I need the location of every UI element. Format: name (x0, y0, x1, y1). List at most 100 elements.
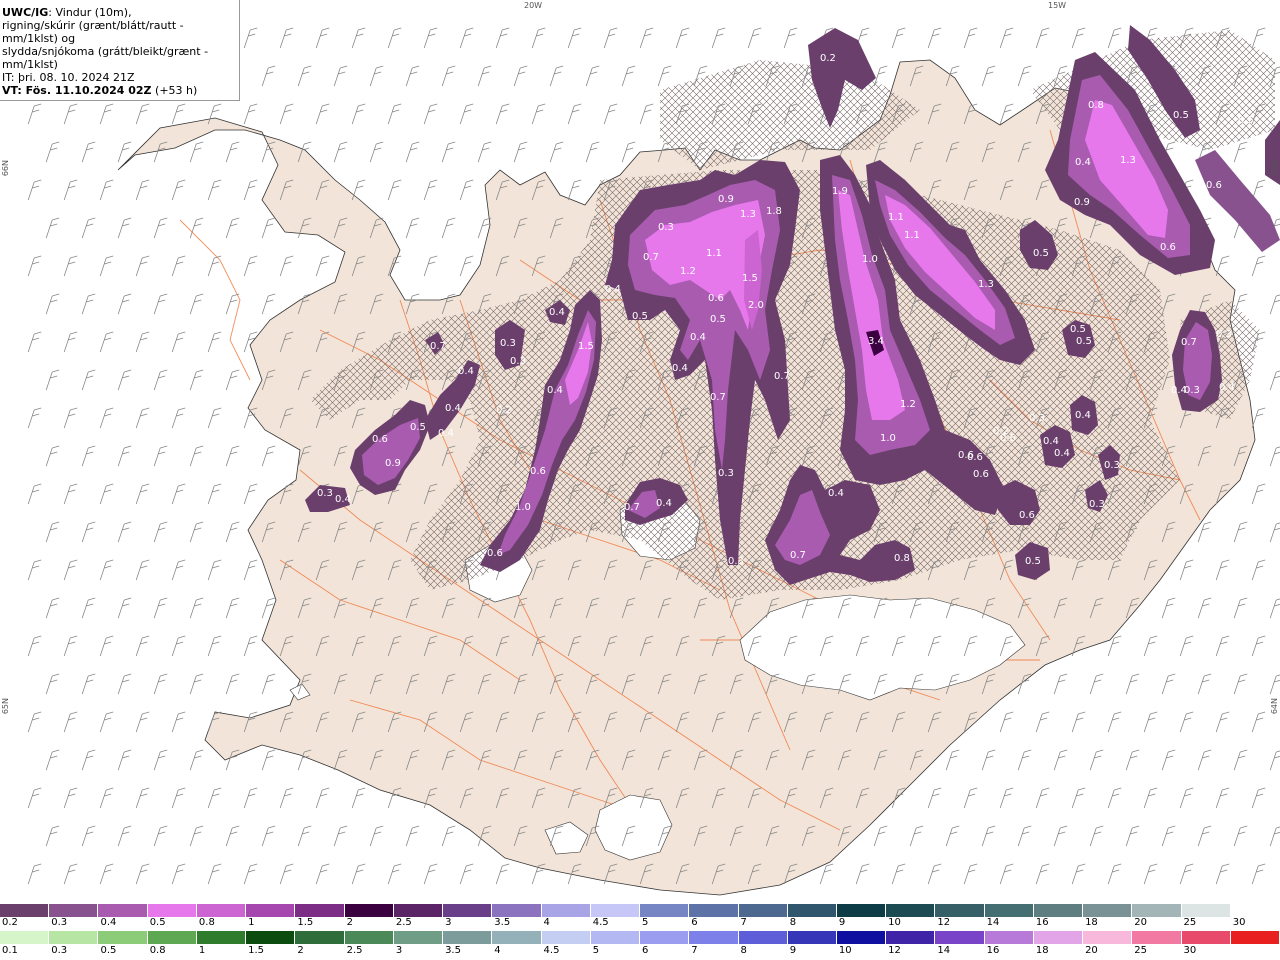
snow_legend-swatch (246, 904, 296, 917)
precip-value: 0.2 (820, 53, 836, 64)
rain_legend-swatch (836, 931, 887, 944)
snow_legend-label: 30 (1232, 917, 1246, 928)
precip-value: 1.0 (515, 502, 531, 513)
precip-value: 0.6 (530, 466, 546, 477)
snow_legend-swatch (98, 904, 148, 917)
rain_legend-swatch (1033, 931, 1084, 944)
snow-legend-labels: 0.2 0.3 0.4 0.5 0.8 1 1.5 2 2.5 3 3.5 4 4.5 5 6 7 8 9 10 12… (0, 917, 1280, 931)
rain_legend-swatch (492, 931, 542, 944)
rain_legend-label: 1 (198, 945, 206, 956)
lat-label-right-1: 66N (1270, 160, 1279, 177)
rain_legend-label: 9 (789, 945, 797, 956)
precip-value: 1.8 (766, 206, 782, 217)
rain_legend-swatch (344, 931, 394, 944)
rain_legend-swatch (640, 931, 690, 944)
precip-value: 0.4 (605, 284, 621, 295)
snow_legend-label: 1 (248, 917, 255, 928)
snow_legend-swatch (344, 904, 394, 917)
rain_legend-label: 20 (1085, 945, 1098, 956)
rain_legend-label: 4 (494, 945, 501, 956)
rain_legend-swatch (295, 931, 345, 944)
snow_legend-swatch (49, 904, 99, 917)
rain_legend-label: 0.1 (2, 945, 18, 956)
description-line1: : Vindur (10m), (48, 6, 132, 19)
precip-value: 0.5 (1076, 336, 1092, 347)
precip-value: 0.5 (1033, 248, 1049, 259)
snow_legend-label: 16 (1035, 917, 1049, 928)
lat-label-right-2: 64N (1270, 698, 1279, 715)
precip-value: 0.4 (1043, 436, 1059, 447)
rain_legend-label: 3.5 (445, 945, 461, 956)
rain_legend-swatch (1181, 931, 1231, 944)
precip-value: 0.4 (672, 363, 688, 374)
rain_legend-swatch (147, 931, 197, 944)
rain_legend-swatch (984, 931, 1034, 944)
rain_legend-label: 14 (937, 945, 951, 956)
lat-label-left-1: 66N (1, 160, 10, 177)
snow_legend-swatch (1181, 904, 1231, 917)
precip-value: 0.3 (500, 338, 516, 349)
rain_legend-swatch (0, 931, 50, 944)
precip-value: 0.6 (1160, 242, 1176, 253)
precip-value: 1.3 (978, 279, 994, 290)
rain_legend-label: 5 (592, 945, 600, 956)
precip-value: 0.8 (894, 553, 910, 564)
rain_legend-label: 12 (888, 945, 901, 956)
snow_legend-swatch (640, 904, 690, 917)
lon-label-15w: 15W (1048, 1, 1067, 10)
precip-value: 0.9 (718, 194, 734, 205)
lead-time: (+53 h) (151, 84, 198, 97)
rain_legend-label: 16 (986, 945, 1000, 956)
rain_legend-label: 25 (1134, 945, 1148, 956)
precip-value: 0.4 (1054, 448, 1070, 459)
snow_legend-swatch (541, 904, 591, 917)
precip-value: 0.5 (1238, 115, 1254, 126)
snow_legend-label: 3.5 (494, 917, 511, 928)
precip-value: 3.4 (868, 336, 884, 347)
snow_legend-label: 0.8 (198, 917, 215, 928)
precip-value: 0.4 (458, 366, 474, 377)
rain_legend-swatch (541, 931, 591, 944)
precip-value: 0.5 (1173, 110, 1189, 121)
initial-time: IT: þri. 08. 10. 2024 21Z (2, 71, 135, 84)
snow_legend-swatch (836, 904, 887, 917)
rain_legend-label: 18 (1035, 945, 1049, 956)
snow_legend-label: 3 (445, 917, 452, 928)
rain_legend-label: 2.5 (346, 945, 363, 956)
snow_legend-label: 18 (1085, 917, 1098, 928)
snow_legend-label: 20 (1134, 917, 1148, 928)
precip-value: 0.4 (828, 488, 844, 499)
precip-value: 0.5 (410, 422, 426, 433)
rain_legend-swatch (49, 931, 99, 944)
info-panel: UWC/IG: Vindur (10m), rigning/skúrir (gr… (0, 0, 240, 101)
precip-value: 1.3 (1120, 155, 1136, 166)
precip-value: 0.5 (1070, 324, 1086, 335)
precip-value: 0.6 (967, 452, 983, 463)
precip-value: 0.3 (1089, 499, 1105, 510)
rain_legend-label: 7 (691, 945, 698, 956)
precip-value: 0.8 (1088, 100, 1104, 111)
precip-value: 1.1 (706, 248, 722, 259)
precip-value: 0.6 (708, 293, 724, 304)
precip-value: 0.6 (1206, 180, 1222, 191)
precip-value: 1.5 (742, 273, 758, 284)
rain_legend-label: 0.8 (149, 945, 166, 956)
precip-value: 0.3 (510, 356, 526, 367)
rain_legend-swatch (935, 931, 985, 944)
precip-value: 1.3 (740, 209, 756, 220)
snow_legend-label: 0.5 (149, 917, 166, 928)
precip-value: 0.7 (1181, 337, 1197, 348)
snow_legend-label: 5 (642, 917, 649, 928)
precip-value: 0.3 (658, 222, 674, 233)
rain_legend-swatch (787, 931, 837, 944)
snow_legend-label: 12 (937, 917, 951, 928)
snow_legend-label: 1.5 (297, 917, 314, 928)
rain_legend-label: 8 (740, 945, 747, 956)
snow_legend-swatch (1230, 904, 1280, 917)
precip-value: 0.6 (1019, 510, 1035, 521)
snow_legend-swatch (738, 904, 788, 917)
snow_legend-swatch (492, 904, 542, 917)
precip-value: 0.4 (656, 498, 672, 509)
precip-value: 0.3 (728, 556, 744, 567)
precip-value: 0.9 (385, 458, 401, 469)
